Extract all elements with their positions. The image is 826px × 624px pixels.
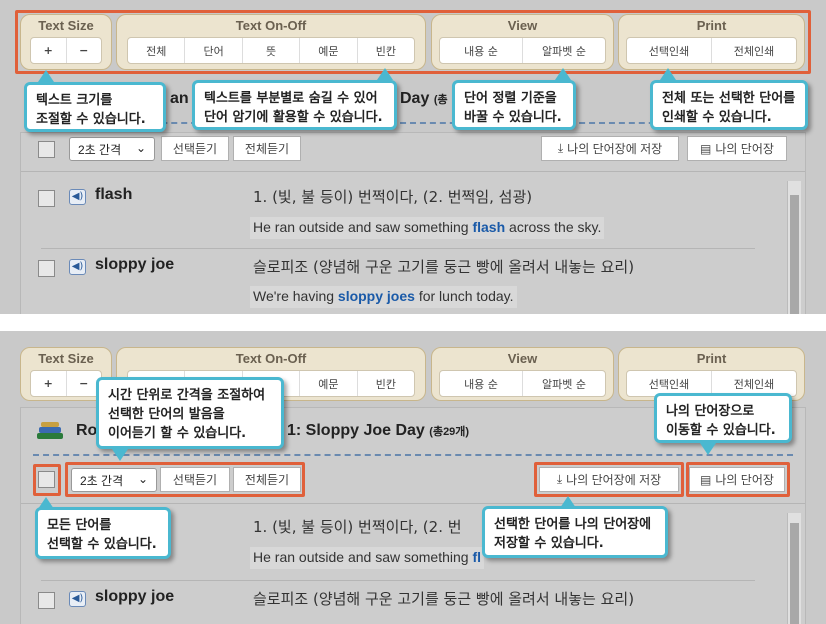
controls-divider [21, 503, 805, 504]
view-title: View [507, 351, 538, 366]
save-to-notebook-button[interactable]: ⤓ 나의 단어장에 저장 [541, 136, 679, 161]
callout-pointer [112, 449, 128, 461]
view-alphabet-order-button[interactable]: 알파벳 순 [522, 371, 605, 396]
listen-all-button[interactable]: 전체듣기 [233, 467, 301, 492]
view-content-order-button[interactable]: 내용 순 [440, 38, 522, 63]
entry-divider [41, 580, 755, 581]
callout-save: 선택한 단어를 나의 단어장에 저장할 수 있습니다. [482, 506, 668, 558]
callout-view: 단어 정렬 기준을 바꿀 수 있습니다. [452, 80, 576, 130]
text-onoff-example-button[interactable]: 예문 [299, 38, 356, 63]
controls-divider [21, 171, 805, 172]
download-icon: ⤓ [556, 472, 563, 486]
callout-pointer [377, 68, 393, 80]
text-onoff-word-button[interactable]: 단어 [184, 38, 241, 63]
callout-text-onoff: 텍스트를 부분별로 숨길 수 있어 단어 암기에 활용할 수 있습니다. [192, 80, 397, 130]
text-size-minus-button[interactable]: − [65, 38, 102, 63]
entry-checkbox[interactable] [38, 190, 55, 207]
my-notebook-button[interactable]: ▤ 나의 단어장 [689, 467, 785, 492]
text-size-group: Text Size + − [20, 14, 112, 70]
callout-text-size: 텍스트 크기를 조절할 수 있습니다. [24, 82, 166, 132]
lesson-title-day: Day (총 [400, 90, 448, 107]
callout-interval: 시간 단위로 간격을 조절하여 선택한 단어의 발음을 이어듣기 할 수 있습니… [96, 377, 284, 449]
callout-select-all: 모든 단어를 선택할 수 있습니다. [35, 507, 171, 559]
speaker-icon[interactable]: ◀) [69, 591, 86, 607]
callout-pointer [700, 443, 716, 455]
select-all-checkbox[interactable] [38, 471, 55, 488]
text-size-plus-button[interactable]: + [31, 38, 66, 63]
callout-print: 전체 또는 선택한 단어를 인쇄할 수 있습니다. [650, 80, 808, 130]
lesson-title-fragment: an [170, 90, 189, 107]
print-title: Print [696, 351, 727, 366]
callout-notebook: 나의 단어장으로 이동할 수 있습니다. [654, 393, 792, 443]
entry-meaning: 1. (빛, 불 등이) 번쩍이다, (2. 번쩍임, 섬광) [253, 188, 533, 206]
print-selected-button[interactable]: 선택인쇄 [627, 38, 711, 63]
text-onoff-blank-button[interactable]: 빈칸 [356, 38, 414, 63]
callout-pointer [38, 497, 54, 509]
entry-meaning: 슬로피조 (양념해 구운 고기를 둥근 빵에 올려서 내놓는 요리) [253, 590, 635, 608]
listen-all-button[interactable]: 전체듣기 [233, 136, 301, 161]
entry-meaning: 1. (빛, 불 등이) 번쩍이다, (2. 번 [253, 518, 462, 536]
entry-word: flash [95, 186, 133, 203]
text-onoff-all-button[interactable]: 전체 [128, 38, 184, 63]
view-alphabet-order-button[interactable]: 알파벳 순 [522, 38, 605, 63]
listen-selected-button[interactable]: 선택듣기 [161, 136, 229, 161]
entry-checkbox[interactable] [38, 260, 55, 277]
word-list-scrollbar[interactable] [787, 181, 801, 314]
books-icon [37, 422, 63, 441]
entry-divider [41, 248, 755, 249]
chevron-down-icon: ⌄ [137, 472, 148, 486]
entry-example: He ran outside and saw something fl [250, 547, 485, 569]
callout-pointer [38, 70, 54, 82]
speaker-icon[interactable]: ◀) [69, 259, 86, 275]
text-onoff-title: Text On-Off [235, 351, 307, 366]
speaker-icon[interactable]: ◀) [69, 189, 86, 205]
title-divider [33, 454, 793, 456]
text-size-title: Text Size [38, 351, 94, 366]
save-to-notebook-button[interactable]: ⤓ 나의 단어장에 저장 [539, 467, 679, 492]
select-all-checkbox[interactable] [38, 141, 55, 158]
chevron-down-icon: ⌄ [135, 141, 146, 155]
print-group: Print 선택인쇄 전체인쇄 [618, 14, 805, 70]
scrollbar-thumb[interactable] [790, 195, 799, 314]
view-group: View 내용 순 알파벳 순 [431, 14, 614, 70]
view-content-order-button[interactable]: 내용 순 [440, 371, 522, 396]
notebook-icon: ▤ [700, 472, 712, 487]
listen-selected-button[interactable]: 선택듣기 [160, 467, 230, 492]
entry-meaning: 슬로피조 (양념해 구운 고기를 둥근 빵에 올려서 내놓는 요리) [253, 258, 635, 276]
notebook-icon: ▤ [700, 141, 712, 156]
print-all-button[interactable]: 전체인쇄 [711, 38, 796, 63]
my-notebook-button[interactable]: ▤ 나의 단어장 [687, 136, 787, 161]
text-onoff-title: Text On-Off [235, 18, 307, 33]
entry-example: He ran outside and saw something flash a… [250, 217, 605, 239]
text-onoff-blank-button[interactable]: 빈칸 [356, 371, 414, 396]
word-list-scrollbar[interactable] [787, 513, 801, 624]
text-size-plus-button[interactable]: + [31, 371, 66, 396]
view-title: View [507, 18, 538, 33]
scrollbar-thumb[interactable] [790, 523, 799, 624]
entry-word: sloppy joe [95, 256, 175, 273]
entry-word: sloppy joe [95, 588, 175, 605]
print-title: Print [696, 18, 727, 33]
view-group: View 내용 순 알파벳 순 [431, 347, 614, 401]
toolbar-help-panel: Text Size + − Text On-Off 전체 단어 뜻 예문 빈칸 … [0, 0, 826, 314]
word-list-area: 2초 간격 ⌄ 선택듣기 전체듣기 ⤓ 나의 단어장에 저장 ▤ 나의 단어장 ◀)… [20, 132, 806, 314]
download-icon: ⤓ [557, 141, 564, 155]
interval-select[interactable]: 2초 간격 ⌄ [69, 137, 155, 161]
entry-example: We're having sloppy joes for lunch today… [250, 286, 517, 308]
interval-select[interactable]: 2초 간격 ⌄ [71, 468, 157, 492]
callout-pointer [660, 68, 676, 80]
text-size-title: Text Size [38, 18, 94, 33]
text-onoff-example-button[interactable]: 예문 [299, 371, 356, 396]
callout-pointer [555, 68, 571, 80]
callout-pointer [560, 496, 576, 508]
text-onoff-group: Text On-Off 전체 단어 뜻 예문 빈칸 [116, 14, 426, 70]
lesson-title-prefix: Ro [76, 422, 98, 439]
list-controls-help-panel: Text Size + − Text On-Off 전체 단어 뜻 예문 빈칸 … [0, 331, 826, 624]
entry-checkbox[interactable] [38, 592, 55, 609]
text-onoff-meaning-button[interactable]: 뜻 [241, 38, 299, 63]
lesson-title: 1: Sloppy Joe Day (총29개) [287, 422, 470, 439]
